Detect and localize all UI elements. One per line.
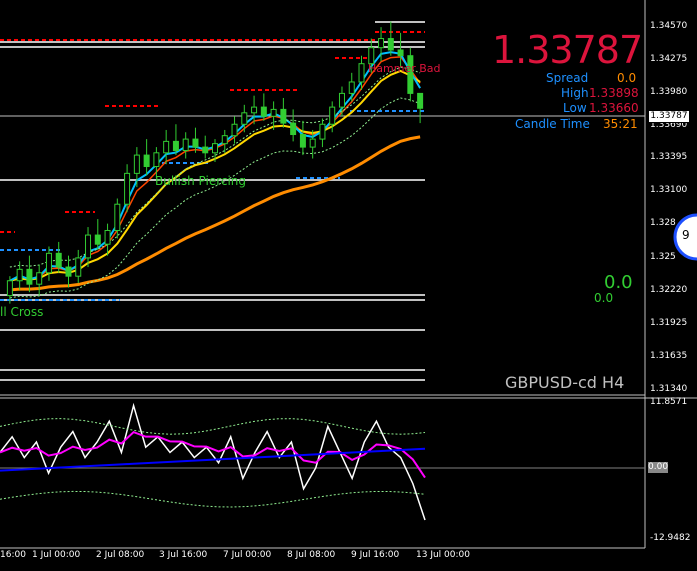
candle-body [172,140,179,152]
candle-body [299,134,306,148]
candle-body [202,146,209,154]
candle-body [85,234,92,259]
spread-value: 0.0 [617,71,637,85]
candle-body [319,123,326,140]
osc-axis-min: -12.9482 [650,533,691,543]
candle-body [397,49,404,57]
symbol-name: GBPUSD-cd [505,373,597,392]
price-axis-label: 1.328 [650,218,676,228]
candle-body [221,135,228,145]
symbol-timeframe: GBPUSD-cd H4 [505,373,624,392]
candle-body [417,92,424,109]
osc-white-line [0,402,426,521]
time-axis-label: 8 Jul 08:00 [287,550,336,560]
candle-body [26,268,33,285]
price-axis-label: 1.34275 [650,54,688,64]
osc-upper-band [0,418,426,435]
candle-body [124,172,131,205]
candle-body [358,63,365,83]
candle-body [104,229,111,245]
candle-body [329,106,336,125]
oscillator-panel [0,402,426,521]
green-value-large: 0.0 [604,272,633,293]
candle-body [36,272,43,285]
low-value: 1.33660 [589,101,639,115]
candle-body [114,203,121,231]
candle-body [270,108,277,117]
price-axis-label: 1.33980 [650,87,688,97]
price-axis-label: 1.34570 [650,21,688,31]
candle-body [16,268,23,282]
candle-body [55,252,62,268]
clock-digit: 9 [682,228,690,242]
candle-body [192,138,199,148]
hammer-annotation: Hammer Bad [368,62,441,75]
candle-body [182,138,189,152]
candle-body [65,266,72,277]
price-axis-label: 1.33395 [650,152,688,162]
time-axis-label: 13 Jul 00:00 [416,550,470,560]
candle-body [212,143,218,154]
candle-time-label: Candle Time [515,117,590,131]
ema-fast-line [9,56,421,282]
time-axis-label: 9 Jul 16:00 [351,550,400,560]
candle-body [309,138,316,148]
candle-body [280,108,287,124]
osc-zero-marker: 0.00 [648,462,669,473]
candle-body [94,234,101,245]
candle-body [75,257,82,277]
candle-body [251,106,258,114]
price-axis-label: 1.31340 [650,384,688,394]
time-axis-label: 1 Jul 00:00 [32,550,81,560]
candle-body [45,252,52,274]
candle-body [133,154,140,174]
high-label: High [561,86,589,100]
band-upper-line [9,66,421,268]
spread-label: Spread [546,71,589,85]
price-axis-label: 1.31635 [650,351,688,361]
candle-body [338,92,345,108]
candle-body [241,112,248,125]
price-axis-label: 1.33100 [650,185,688,195]
candle-body [348,81,355,94]
candle-body [163,140,170,154]
green-value-small: 0.0 [594,291,614,305]
current-price: 1.33787 [492,28,643,72]
bullish-piercing-annotation: Bullish Piercing [155,174,247,188]
low-label: Low [563,101,587,115]
candle-body [153,152,160,168]
candle-body [6,280,13,297]
timeframe-label: H4 [602,373,625,392]
time-axis-label: 7 Jul 00:00 [223,550,272,560]
candle-body [143,154,150,168]
candle-body [231,123,238,137]
candle-body [290,122,297,136]
time-axis-label: 3 Jul 16:00 [159,550,208,560]
time-axis-label: 2 Jul 08:00 [96,550,145,560]
candle-time-value: 35:21 [603,117,638,131]
time-axis-label: 16:00 [0,550,26,560]
price-axis-label: 1.31925 [650,318,688,328]
candle-body [260,106,267,117]
cross-annotation: ll Cross [0,305,44,319]
candle-body [378,38,385,49]
high-value: 1.33898 [589,86,639,100]
osc-lower-band [0,490,426,508]
price-axis-label: 1.325 [650,252,676,262]
osc-axis-max: 11.8571 [650,397,688,407]
current-price-marker: 1.33787 [648,110,690,123]
candle-body [387,38,394,51]
price-axis-label: 1.32220 [650,285,688,295]
